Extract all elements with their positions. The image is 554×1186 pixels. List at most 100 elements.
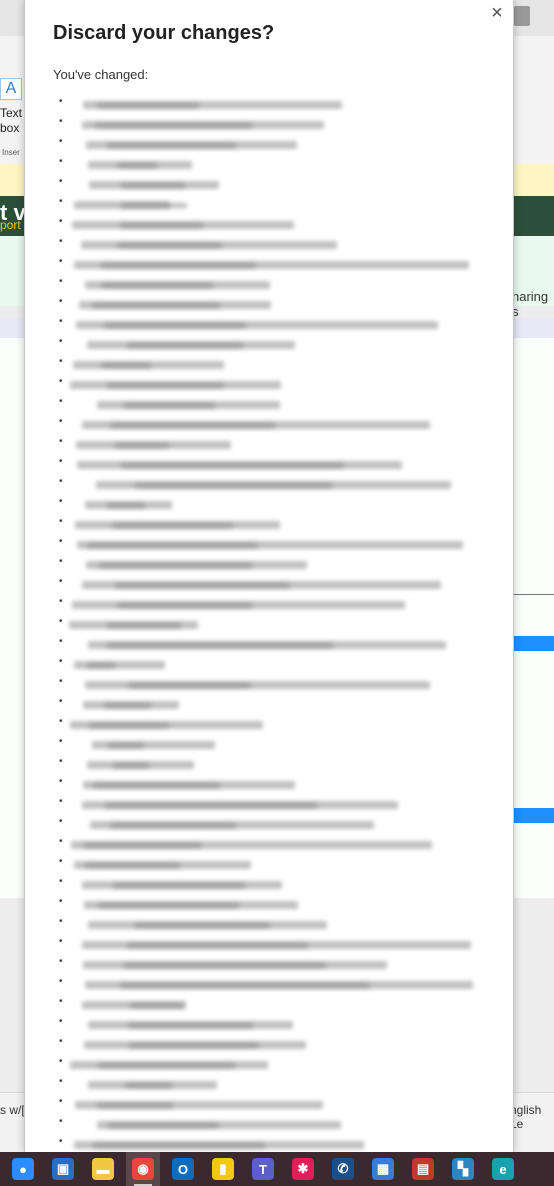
selected-row-highlight[interactable] — [512, 636, 554, 651]
bullet: • — [59, 696, 63, 707]
redacted-text — [127, 343, 243, 348]
outlook-icon: O — [172, 1158, 194, 1180]
bullet: • — [59, 196, 63, 207]
changed-item: • — [53, 314, 493, 334]
redacted-text — [110, 823, 236, 828]
changed-item: • — [53, 214, 493, 234]
redacted-text — [107, 383, 224, 388]
network-app-icon: ▚ — [452, 1158, 474, 1180]
close-icon[interactable]: × — [486, 2, 508, 24]
discard-changes-dialog: × Discard your changes? You've changed: … — [24, 0, 514, 1152]
edge-taskbar-button[interactable]: e — [486, 1152, 520, 1186]
bullet: • — [59, 796, 63, 807]
redacted-text — [97, 1103, 173, 1108]
changed-item: • — [53, 634, 493, 654]
network-app-taskbar-button[interactable]: ▚ — [446, 1152, 480, 1186]
redacted-text — [115, 443, 169, 448]
status-bar-left-text: s w/[ — [0, 1103, 25, 1117]
redacted-text — [104, 323, 246, 328]
text-box-button[interactable]: Text box — [0, 106, 24, 136]
redacted-text — [98, 903, 239, 908]
bullet: • — [59, 956, 63, 967]
changed-item: • — [53, 614, 493, 634]
redacted-text — [107, 623, 181, 628]
changed-item: • — [53, 834, 493, 854]
redacted-text — [89, 723, 169, 728]
remote-desktop-taskbar-button[interactable]: ▣ — [46, 1152, 80, 1186]
changed-item: • — [53, 914, 493, 934]
bullet: • — [59, 616, 63, 627]
redacted-text — [95, 123, 252, 128]
bullet: • — [59, 976, 63, 987]
selected-row-highlight[interactable] — [512, 808, 554, 823]
bullet: • — [59, 96, 63, 107]
redacted-text — [108, 743, 144, 748]
status-bar-language: nglish Le — [510, 1103, 542, 1131]
redacted-text — [117, 163, 157, 168]
redacted-text — [105, 803, 317, 808]
changed-item: • — [53, 654, 493, 674]
bullet: • — [59, 996, 63, 1007]
bullet: • — [59, 936, 63, 947]
bullet: • — [59, 156, 63, 167]
bullet: • — [59, 1096, 63, 1107]
teams-taskbar-button[interactable]: T — [246, 1152, 280, 1186]
bullet: • — [59, 436, 63, 447]
bullet: • — [59, 1016, 63, 1027]
changed-item: • — [53, 874, 493, 894]
changed-item: • — [53, 234, 493, 254]
redacted-text — [85, 863, 180, 868]
font-color-button[interactable]: A — [0, 78, 22, 100]
bullet: • — [59, 836, 63, 847]
redacted-text — [117, 603, 252, 608]
slack-icon: ✱ — [292, 1158, 314, 1180]
redacted-text — [93, 1143, 265, 1148]
bullet: • — [59, 516, 63, 527]
slack-taskbar-button[interactable]: ✱ — [286, 1152, 320, 1186]
changed-item: • — [53, 1094, 493, 1114]
bullet: • — [59, 576, 63, 587]
changed-item: • — [53, 1114, 493, 1134]
bullet: • — [59, 376, 63, 387]
chrome-taskbar-button[interactable]: ◉ — [126, 1152, 160, 1186]
bullet: • — [59, 736, 63, 747]
redacted-text — [108, 1123, 219, 1128]
bullet: • — [59, 756, 63, 767]
windows-taskbar: ● ▣ ▬ ◉ O ▮ T ✱ ✆ ▦ ▤ ▚ e — [0, 1152, 554, 1186]
redacted-text — [121, 203, 187, 208]
redacted-text — [113, 883, 245, 888]
redacted-text — [101, 363, 151, 368]
changed-item: • — [53, 754, 493, 774]
teams-icon: T — [252, 1158, 274, 1180]
power-bi-taskbar-button[interactable]: ▮ — [206, 1152, 240, 1186]
changed-item: • — [53, 1014, 493, 1034]
redacted-text — [107, 143, 236, 148]
changed-item: • — [53, 1054, 493, 1074]
changed-item: • — [53, 394, 493, 414]
redacted-text — [113, 763, 149, 768]
changed-item: • — [53, 194, 493, 214]
changed-item: • — [53, 354, 493, 374]
outlook-taskbar-button[interactable]: O — [166, 1152, 200, 1186]
zoom-taskbar-button[interactable]: ● — [6, 1152, 40, 1186]
redacted-text — [101, 283, 213, 288]
bullet: • — [59, 456, 63, 467]
bullet: • — [59, 1036, 63, 1047]
bullet: • — [59, 136, 63, 147]
bullet: • — [59, 636, 63, 647]
bullet: • — [59, 876, 63, 887]
changed-item: • — [53, 954, 493, 974]
changed-item: • — [53, 854, 493, 874]
redacted-text — [128, 1023, 253, 1028]
changed-item: • — [53, 774, 493, 794]
phone-taskbar-button[interactable]: ✆ — [326, 1152, 360, 1186]
edge-icon: e — [492, 1158, 514, 1180]
ribbon-insert-group-label: Inser — [2, 148, 20, 157]
phone-icon: ✆ — [332, 1158, 354, 1180]
file-explorer-taskbar-button[interactable]: ▬ — [86, 1152, 120, 1186]
snipping-tool-taskbar-button[interactable]: ▤ — [406, 1152, 440, 1186]
redacted-text — [104, 703, 151, 708]
redacted-text — [125, 1083, 172, 1088]
calculator-taskbar-button[interactable]: ▦ — [366, 1152, 400, 1186]
redacted-text — [127, 943, 308, 948]
